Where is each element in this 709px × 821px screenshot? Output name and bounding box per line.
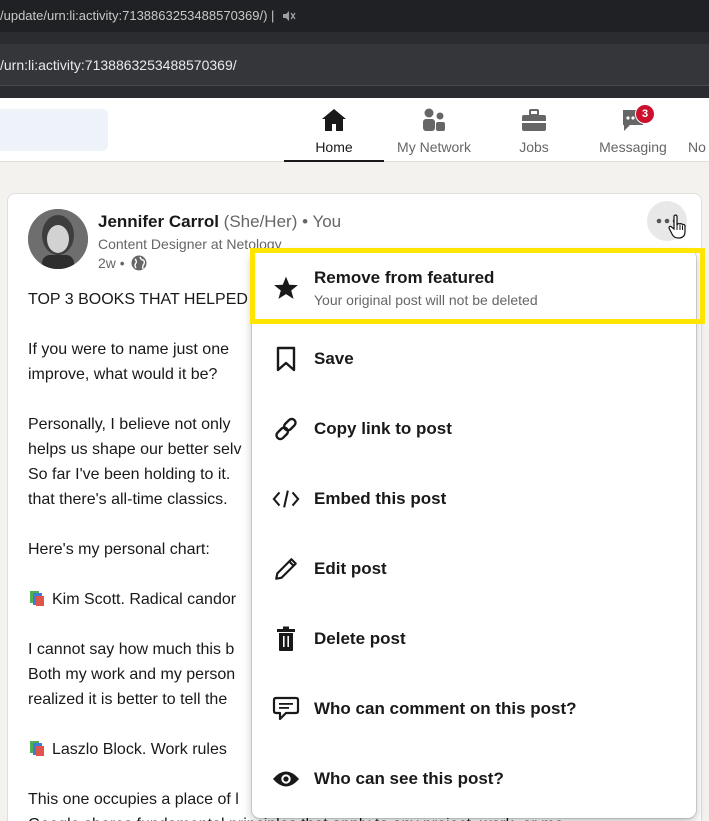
menu-item-edit-post[interactable]: Edit post	[252, 534, 696, 604]
nav-item-jobs[interactable]: Jobs	[494, 98, 574, 162]
post-meta: 2w •	[98, 255, 147, 271]
nav-item-my-network[interactable]: My Network	[384, 98, 484, 162]
briefcase-icon	[522, 109, 546, 131]
muted-icon[interactable]	[282, 10, 296, 22]
bookmark-icon	[276, 346, 296, 372]
comment-icon	[272, 696, 300, 721]
nav-item-label: Messaging	[599, 139, 667, 155]
network-icon	[423, 108, 445, 131]
menu-item-save[interactable]: Save	[252, 324, 696, 394]
star-icon	[274, 276, 298, 299]
nav-item-label: My Network	[397, 139, 471, 155]
author-suffix: (She/Her) • You	[223, 212, 342, 231]
nav-item-notifications[interactable]: No	[688, 98, 709, 162]
address-bar[interactable]: /urn:li:activity:7138863253488570369/	[0, 44, 709, 86]
globe-icon	[131, 255, 147, 271]
nav-item-label: No	[688, 139, 706, 155]
post-author[interactable]: Jennifer Carrol (She/Her) • You	[98, 212, 341, 232]
hand-cursor-icon	[668, 214, 686, 239]
profile-photo-icon	[28, 209, 88, 269]
menu-item-label: Edit post	[314, 559, 387, 578]
post-line: Laszlo Block. Work rules	[52, 741, 227, 758]
author-name[interactable]: Jennifer Carrol	[98, 212, 219, 231]
notification-badge: 3	[635, 104, 655, 124]
menu-item-who-can-see[interactable]: Who can see this post?	[252, 744, 696, 814]
menu-item-copy-link[interactable]: Copy link to post	[252, 394, 696, 464]
code-icon	[272, 490, 300, 508]
menu-item-who-can-comment[interactable]: Who can comment on this post?	[252, 674, 696, 744]
nav-item-messaging[interactable]: Messaging 3	[588, 98, 678, 162]
avatar[interactable]	[28, 209, 88, 269]
menu-item-sublabel: Your original post will not be deleted	[314, 292, 538, 308]
trash-icon	[277, 626, 295, 651]
global-nav: Home My Network Jobs Messaging 3 No	[0, 98, 709, 162]
eye-icon	[272, 771, 300, 787]
menu-item-label: Copy link to post	[314, 419, 452, 438]
post-line: Kim Scott. Radical candor	[52, 591, 237, 608]
nav-item-label: Jobs	[519, 139, 549, 155]
menu-item-delete-post[interactable]: Delete post	[252, 604, 696, 674]
address-text[interactable]: /urn:li:activity:7138863253488570369/	[0, 57, 237, 73]
tab-title: /update/urn:li:activity:7138863253488570…	[0, 8, 275, 23]
menu-item-label: Save	[314, 349, 354, 368]
nav-item-label: Home	[315, 139, 353, 155]
toolbar-separator-lower	[0, 86, 709, 98]
author-headline: Content Designer at Netology	[98, 236, 282, 252]
search-input[interactable]	[0, 109, 108, 151]
menu-item-label: Remove from featured	[314, 268, 495, 287]
pencil-icon	[275, 558, 297, 580]
notifications-icon	[688, 107, 709, 133]
menu-item-remove-from-featured[interactable]: Remove from featured Your original post …	[252, 254, 696, 322]
home-icon	[322, 109, 346, 131]
books-emoji-icon	[30, 741, 44, 756]
books-emoji-icon	[30, 591, 44, 606]
browser-title-bar: /update/urn:li:activity:7138863253488570…	[0, 0, 709, 32]
post-time: 2w •	[98, 255, 125, 271]
menu-item-label: Embed this post	[314, 489, 447, 508]
post-options-menu: Remove from featured Your original post …	[252, 250, 696, 818]
menu-item-label: Who can comment on this post?	[314, 699, 577, 718]
menu-item-embed[interactable]: Embed this post	[252, 464, 696, 534]
toolbar-separator	[0, 32, 709, 44]
link-icon	[275, 417, 297, 441]
nav-item-home[interactable]: Home	[284, 98, 384, 162]
menu-item-label: Delete post	[314, 629, 406, 648]
menu-item-label: Who can see this post?	[314, 769, 504, 788]
